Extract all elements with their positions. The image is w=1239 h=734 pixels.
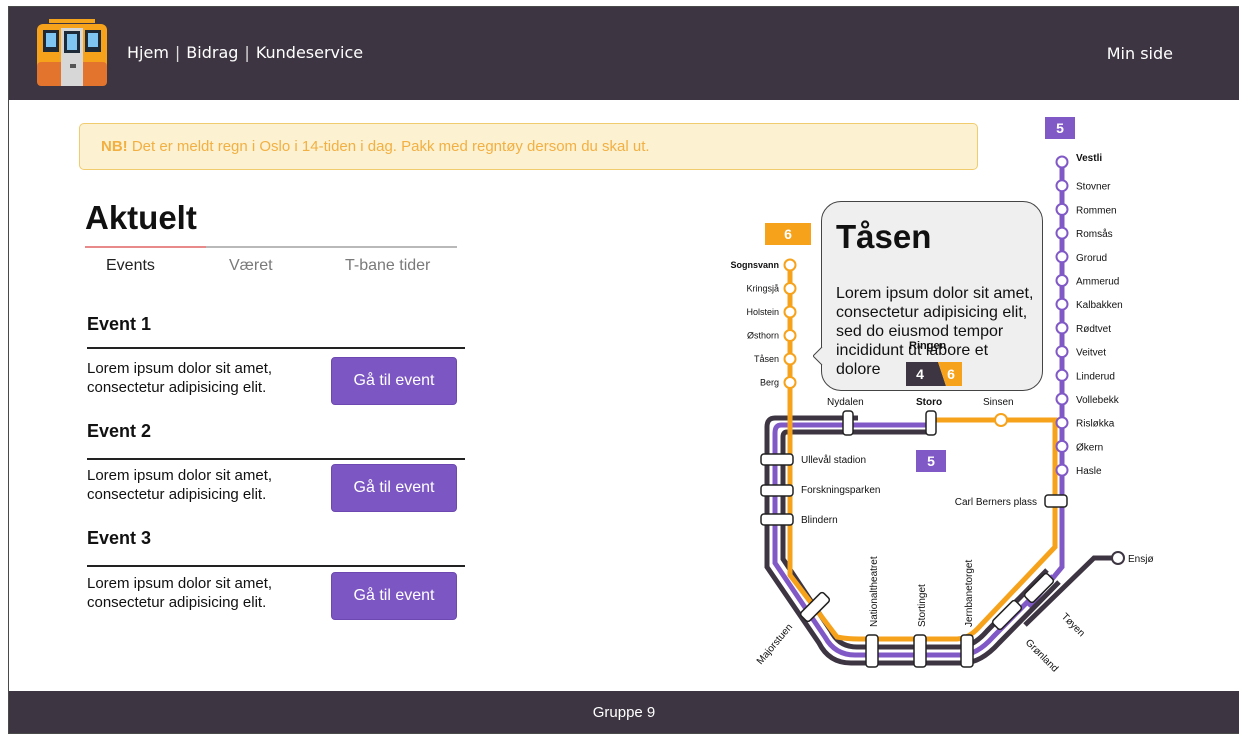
station-marker-east[interactable] (1055, 368, 1069, 382)
alert-text: Det er meldt regn i Oslo i 14-tiden i da… (127, 138, 650, 155)
event-1-button[interactable]: Gå til event (331, 357, 457, 405)
station-marker-west[interactable] (783, 376, 797, 389)
popup-title: Tåsen (836, 218, 932, 255)
main-nav: Hjem | Bidrag | Kundeservice (127, 43, 363, 62)
nav-separator: | (174, 43, 181, 62)
station-marker-east[interactable] (1055, 321, 1069, 335)
station-label-ensjo: Ensjø (1128, 554, 1154, 565)
popup-pointer (813, 347, 823, 365)
station-label-jernbanetorget: Jernbanetorget (964, 560, 975, 627)
station-marker-west[interactable] (783, 305, 797, 319)
event-3-desc: Lorem ipsum dolor sit amet, consectetur … (87, 575, 273, 611)
station-label-toyen: Tøyen (1059, 611, 1087, 639)
station-label-stortinget: Stortinget (917, 584, 928, 627)
station-marker-east[interactable] (1055, 202, 1069, 216)
station-label-nydalen: Nydalen (827, 397, 864, 408)
app-frame: Hjem | Bidrag | Kundeservice Min side NB… (8, 6, 1239, 734)
tab-events[interactable]: Events (106, 257, 155, 275)
tab-vaeret[interactable]: Været (229, 257, 273, 275)
station-label-ringen: Ringen (909, 340, 947, 352)
station-label-gronland: Grønland (1023, 637, 1060, 674)
event-3-button[interactable]: Gå til event (331, 572, 457, 620)
event-2-divider (87, 458, 465, 460)
aktuelt-title: Aktuelt (85, 199, 197, 236)
station-label-east: Risløkka (1076, 419, 1115, 430)
station-label-carl-berners: Carl Berners plass (955, 497, 1037, 508)
station-label-storo: Storo (916, 397, 942, 408)
event-2-desc: Lorem ipsum dolor sit amet, consectetur … (87, 467, 273, 503)
station-marker-east[interactable] (1055, 392, 1069, 406)
station-marker-east[interactable] (1055, 439, 1069, 453)
station-label-east: Rødtvet (1076, 324, 1111, 335)
station-label-forskningsparken: Forskningsparken (801, 485, 880, 496)
nav-link-kundeservice[interactable]: Kundeservice (256, 43, 363, 62)
station-label-east: Kalbakken (1076, 300, 1123, 311)
station-marker-east[interactable] (1055, 250, 1069, 264)
station-label-west: Kringsjå (746, 284, 779, 294)
station-label-east: Stovner (1076, 182, 1111, 193)
station-label-blindern: Blindern (801, 515, 838, 526)
line-badges-4-6: 4 6 (906, 362, 962, 386)
nav-link-hjem[interactable]: Hjem (127, 43, 169, 62)
station-marker-east[interactable] (1055, 274, 1069, 287)
station-label-west: Østhorn (747, 331, 779, 341)
station-label-ullevaal: Ullevål stadion (801, 454, 866, 466)
station-label-east: Ammerud (1076, 277, 1119, 288)
metro-map[interactable]: 5 6 5 Vestli Stovner Rommen Romsås Grorud Am… (699, 107, 1239, 687)
nav-separator: | (244, 43, 250, 62)
station-label-majorstuen: Majorstuen (755, 622, 795, 667)
station-label-east: Vollebekk (1076, 395, 1120, 406)
station-marker-east[interactable] (1055, 179, 1069, 193)
nav-link-bidrag[interactable]: Bidrag (186, 43, 238, 62)
line-4-badge: 4 (916, 366, 924, 382)
station-label-sinsen: Sinsen (983, 397, 1014, 408)
station-label-east: Hasle (1076, 466, 1102, 477)
station-marker-east[interactable] (1055, 416, 1069, 430)
station-label-east: Grorud (1076, 253, 1107, 264)
line-6-badge-small: 6 (947, 366, 955, 382)
min-side-link[interactable]: Min side (1107, 44, 1173, 63)
tram-logo-icon[interactable] (35, 18, 109, 88)
footer: Gruppe 9 (9, 691, 1239, 733)
line-5-badge-top: 5 (1056, 120, 1064, 136)
station-label-east: Økern (1076, 442, 1103, 453)
active-tab-indicator (85, 246, 206, 248)
tab-t-bane-tider[interactable]: T-bane tider (345, 257, 430, 275)
event-1-divider (87, 347, 465, 349)
footer-text: Gruppe 9 (592, 703, 656, 721)
station-label-vestli: Vestli (1076, 153, 1102, 164)
station-marker-east[interactable] (1055, 297, 1069, 311)
station-marker-east[interactable] (1055, 463, 1069, 477)
station-label-west: Tåsen (754, 354, 779, 364)
station-label-nationaltheatret: Nationaltheatret (869, 556, 880, 627)
station-label-east: Rommen (1076, 205, 1117, 216)
station-marker-east[interactable] (1055, 345, 1069, 359)
tab-bar (85, 246, 457, 248)
station-marker-west[interactable] (783, 352, 797, 366)
station-label-west: Holstein (746, 307, 779, 317)
station-marker-west[interactable] (783, 282, 797, 295)
event-1-desc: Lorem ipsum dolor sit amet, consectetur … (87, 360, 273, 396)
event-1-title: Event 1 (87, 314, 152, 334)
station-marker-east[interactable] (1055, 226, 1069, 240)
station-label-west: Sognsvann (730, 260, 779, 270)
station-label-east: Linderud (1076, 371, 1115, 382)
station-marker-west[interactable] (783, 258, 797, 272)
event-2-title: Event 2 (87, 421, 152, 441)
alert-strong: NB! (101, 138, 128, 155)
station-label-east: Veitvet (1076, 348, 1106, 359)
event-3-title: Event 3 (87, 528, 152, 548)
station-label-west: Berg (760, 378, 779, 388)
event-3-divider (87, 565, 465, 567)
station-marker-east[interactable] (1055, 155, 1069, 169)
station-label-east: Romsås (1076, 228, 1113, 240)
line-5-badge-mid: 5 (927, 453, 935, 469)
header: Hjem | Bidrag | Kundeservice Min side (9, 7, 1239, 100)
event-2-button[interactable]: Gå til event (331, 464, 457, 512)
line-6-badge: 6 (784, 226, 792, 242)
station-marker-west[interactable] (783, 329, 797, 342)
